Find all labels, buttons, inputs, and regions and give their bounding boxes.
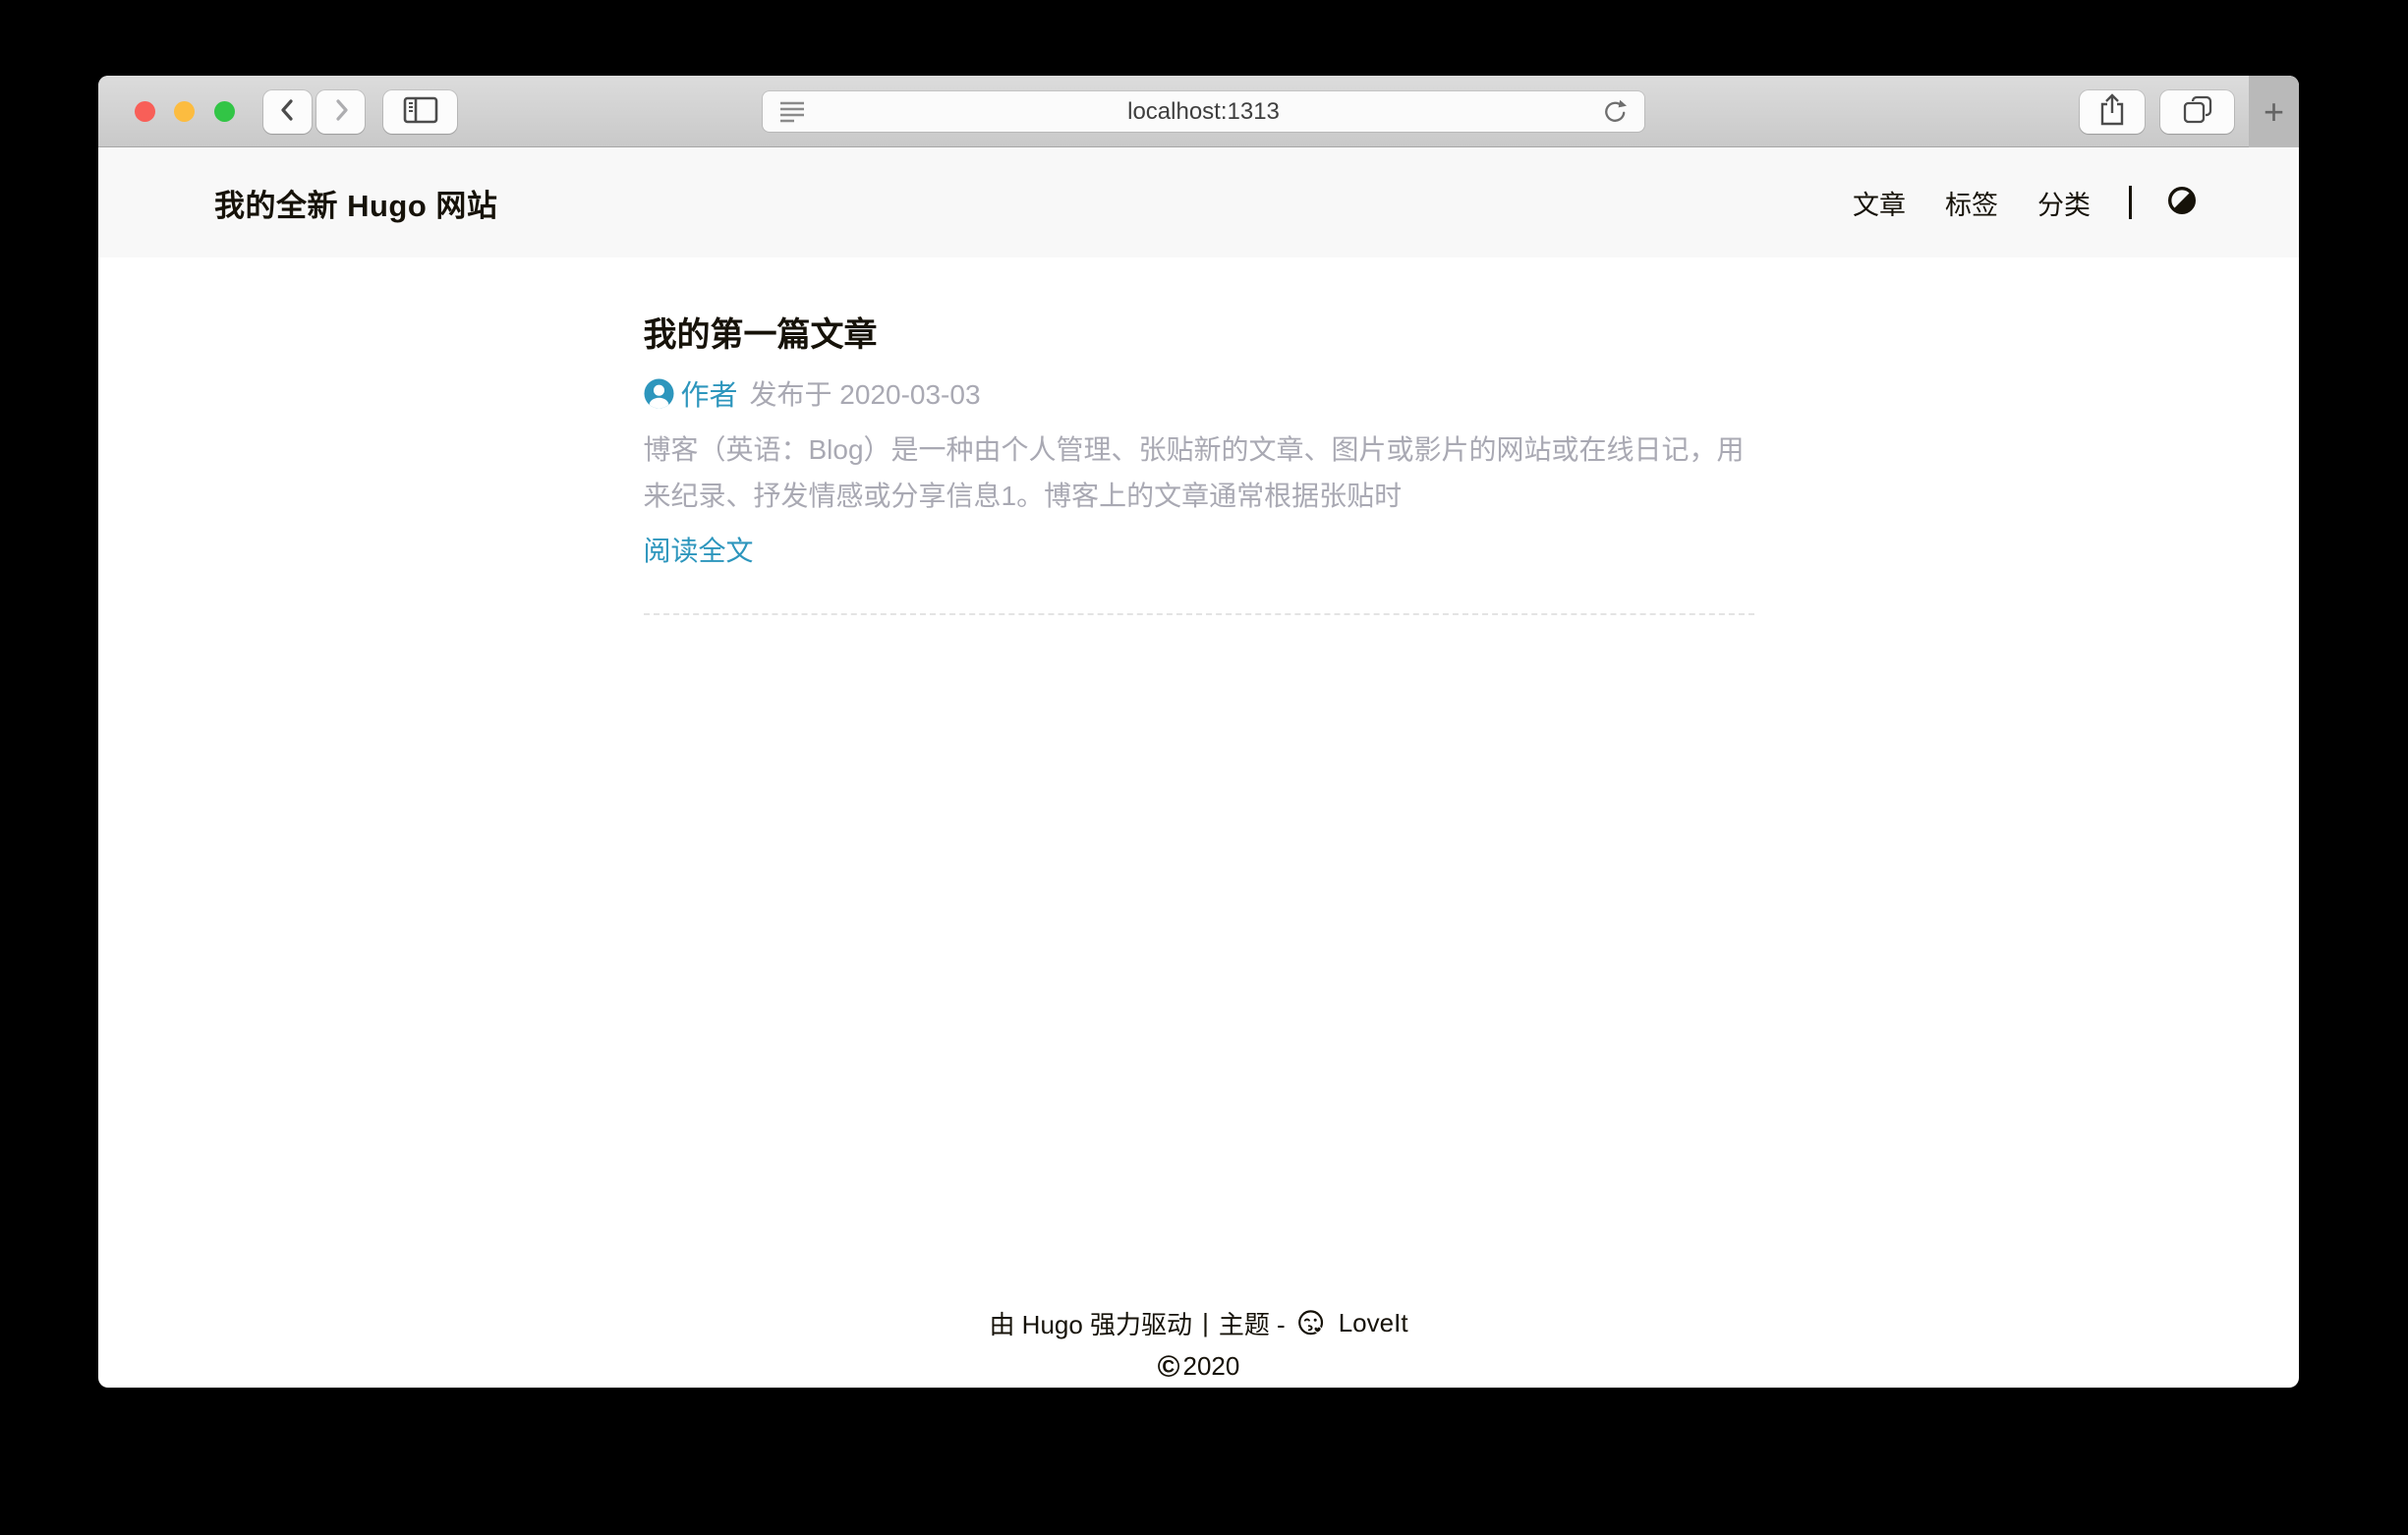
tabs-icon	[2181, 94, 2214, 131]
browser-toolbar: localhost:1313	[98, 76, 2299, 147]
nav-item-posts[interactable]: 文章	[1853, 184, 1906, 222]
reload-icon[interactable]	[1601, 98, 1629, 131]
browser-window: localhost:1313	[98, 76, 2299, 1388]
address-bar[interactable]: localhost:1313	[763, 91, 1644, 132]
read-more-link[interactable]: 阅读全文	[644, 530, 754, 569]
footer-credits: 由 Hugo 强力驱动 | 主题 - LoveIt	[98, 1305, 2299, 1341]
theme-name-link[interactable]: LoveIt	[1339, 1308, 1408, 1338]
forward-button[interactable]	[316, 90, 365, 134]
zoom-window-button[interactable]	[214, 101, 235, 122]
copyright-year: 2020	[1183, 1351, 1240, 1382]
minimize-window-button[interactable]	[174, 101, 195, 122]
share-button[interactable]	[2080, 90, 2145, 134]
kiss-face-icon	[1297, 1309, 1327, 1338]
back-button[interactable]	[263, 90, 312, 134]
footer-copyright: © 2020	[98, 1351, 2299, 1382]
url-text: localhost:1313	[1127, 98, 1280, 126]
site-title[interactable]: 我的全新 Hugo 网站	[214, 181, 497, 225]
share-icon	[2096, 92, 2128, 133]
theme-label-text: 主题 -	[1219, 1305, 1286, 1341]
reader-icon[interactable]	[778, 100, 806, 129]
nav-item-tags[interactable]: 标签	[1945, 184, 1998, 222]
powered-by-text: 由 Hugo 强力驱动	[989, 1305, 1192, 1341]
post-list: 我的第一篇文章 作者 发布于 2020-03-03 博客（英语：Blog）是一种…	[644, 257, 1754, 615]
theme-toggle-button[interactable]	[2167, 186, 2197, 220]
footer-separator: |	[1202, 1308, 1209, 1338]
nav-item-categories[interactable]: 分类	[2037, 184, 2091, 222]
site-header: 我的全新 Hugo 网站 文章 标签 分类	[98, 147, 2299, 257]
main-content: 我的第一篇文章 作者 发布于 2020-03-03 博客（英语：Blog）是一种…	[98, 257, 2299, 1305]
forward-icon	[325, 94, 357, 131]
sidebar-icon	[402, 94, 439, 131]
post-divider	[644, 613, 1754, 615]
show-tabs-button[interactable]	[2160, 90, 2234, 134]
post-summary-card: 我的第一篇文章 作者 发布于 2020-03-03 博客（英语：Blog）是一种…	[644, 308, 1754, 615]
post-meta: 作者 发布于 2020-03-03	[644, 372, 1754, 414]
contrast-circle-icon	[2167, 186, 2197, 220]
author-link[interactable]: 作者	[681, 372, 738, 414]
new-tab-button[interactable]: +	[2249, 76, 2299, 147]
plus-icon: +	[2264, 94, 2284, 130]
post-publish-date: 发布于 2020-03-03	[750, 373, 981, 413]
page-footer: 由 Hugo 强力驱动 | 主题 - LoveIt © 2020	[98, 1305, 2299, 1388]
post-title-link[interactable]: 我的第一篇文章	[644, 308, 1754, 356]
sidebar-button[interactable]	[383, 90, 457, 134]
user-circle-icon	[644, 378, 674, 409]
back-icon	[272, 94, 304, 131]
site-nav: 文章 标签 分类	[1853, 184, 2091, 222]
nav-separator	[2129, 186, 2132, 219]
post-summary-text: 博客（英语：Blog）是一种由个人管理、张贴新的文章、图片或影片的网站或在线日记…	[644, 426, 1754, 519]
copyright-icon: ©	[1158, 1351, 1180, 1382]
close-window-button[interactable]	[135, 101, 155, 122]
